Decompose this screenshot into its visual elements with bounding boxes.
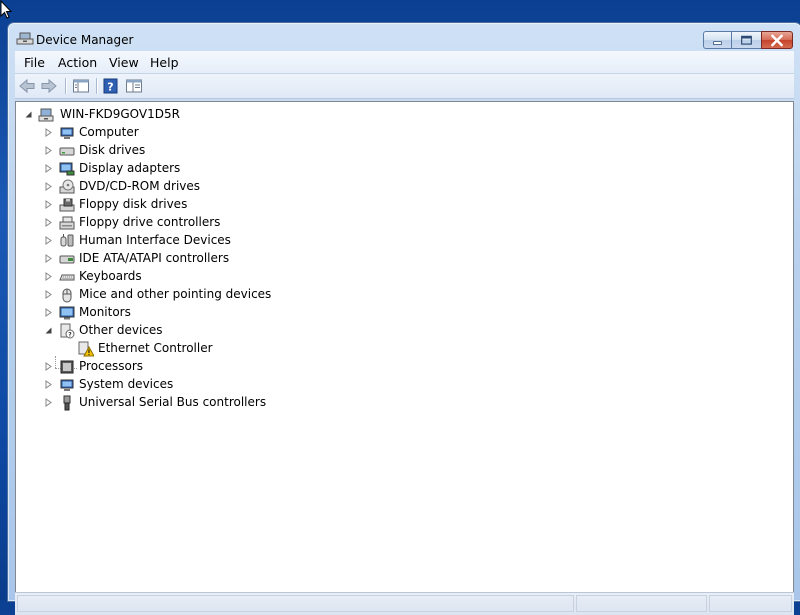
unknown-device-icon: ? <box>60 323 75 339</box>
computer-icon <box>38 108 54 122</box>
tree-item-ethernet-controller[interactable]: Ethernet Controller <box>16 340 793 358</box>
tree-item-label: Other devices <box>79 323 163 337</box>
properties-icon[interactable] <box>125 78 143 94</box>
optical-drive-icon <box>59 179 75 194</box>
svg-text:?: ? <box>107 81 113 94</box>
window-title: Device Manager <box>36 33 134 47</box>
tree-item-processors[interactable]: Processors <box>16 358 793 376</box>
floppy-controller-icon <box>59 216 75 230</box>
usb-icon <box>63 395 71 411</box>
monitor-icon <box>59 306 75 320</box>
expand-arrow-icon[interactable] <box>44 146 53 155</box>
menu-view[interactable]: View <box>109 55 139 70</box>
close-button[interactable] <box>761 31 793 49</box>
tree-item-disk-drives[interactable]: Disk drives <box>16 142 793 160</box>
tree-item-label: Floppy drive controllers <box>79 215 221 229</box>
processor-icon <box>60 360 74 374</box>
tree-item-label: Ethernet Controller <box>98 341 213 355</box>
status-panel <box>576 595 707 612</box>
tree-item-mice-and-other-pointing-devices[interactable]: Mice and other pointing devices <box>16 286 793 304</box>
warning-device-icon <box>78 341 94 357</box>
device-tree[interactable]: WIN-FKD9GOV1D5R Computer Disk drives Dis… <box>15 101 794 593</box>
tree-item-label: IDE ATA/ATAPI controllers <box>79 251 230 265</box>
menu-bar: File Action View Help <box>15 51 794 74</box>
menu-action[interactable]: Action <box>58 55 97 70</box>
expand-arrow-icon[interactable] <box>44 218 53 227</box>
tree-item-floppy-drive-controllers[interactable]: Floppy drive controllers <box>16 214 793 232</box>
floppy-disk-icon <box>59 198 75 212</box>
expand-arrow-icon[interactable] <box>44 254 53 263</box>
tree-item-ide-ata-atapi-controllers[interactable]: IDE ATA/ATAPI controllers <box>16 250 793 268</box>
tree-item-label: Mice and other pointing devices <box>79 287 272 301</box>
back-arrow-icon[interactable] <box>18 78 36 94</box>
expand-arrow-icon[interactable] <box>44 362 53 371</box>
toolbar-separator <box>96 78 97 94</box>
menu-file[interactable]: File <box>24 55 45 70</box>
expand-arrow-icon[interactable] <box>44 272 53 281</box>
toolbar-separator <box>65 78 66 94</box>
tree-item-display-adapters[interactable]: Display adapters <box>16 160 793 178</box>
ide-controller-icon <box>59 255 75 264</box>
expand-arrow-icon[interactable] <box>44 164 53 173</box>
tree-item-universal-serial-bus-controllers[interactable]: Universal Serial Bus controllers <box>16 394 793 412</box>
menu-help[interactable]: Help <box>150 55 179 70</box>
expand-arrow-icon[interactable] <box>44 380 53 389</box>
expand-arrow-icon[interactable] <box>44 290 53 299</box>
tree-item-label: Disk drives <box>79 143 146 157</box>
tree-item-label: Processors <box>79 359 144 373</box>
minimize-button[interactable] <box>703 31 731 49</box>
expand-arrow-icon[interactable] <box>44 200 53 209</box>
close-icon <box>771 34 783 47</box>
tree-item-label: Floppy disk drives <box>79 197 188 211</box>
expand-arrow-icon[interactable] <box>44 128 53 137</box>
keyboard-icon <box>59 274 75 281</box>
tree-item-computer[interactable]: Computer <box>16 124 793 142</box>
minimize-icon <box>713 41 722 45</box>
mouse-icon <box>62 288 72 303</box>
status-bar <box>15 592 794 615</box>
tree-item-label: Keyboards <box>79 269 142 283</box>
tree-item-dvd-cd-rom-drives[interactable]: DVD/CD-ROM drives <box>16 178 793 196</box>
tree-item-system-devices[interactable]: System devices <box>16 376 793 394</box>
device-manager-app-icon <box>16 32 34 45</box>
forward-arrow-icon[interactable] <box>40 78 58 94</box>
tree-item-label: System devices <box>79 377 174 391</box>
tree-item-label: Computer <box>79 125 139 139</box>
tree-item-label: Human Interface Devices <box>79 233 231 247</box>
tree-item-label: Universal Serial Bus controllers <box>79 395 267 409</box>
status-panel-main <box>17 595 574 612</box>
mouse-cursor-icon <box>0 0 13 19</box>
maximize-icon <box>741 35 752 45</box>
tree-item-monitors[interactable]: Monitors <box>16 304 793 322</box>
title-bar[interactable]: Device Manager <box>8 23 800 51</box>
expand-arrow-icon[interactable] <box>44 398 53 407</box>
tree-item-other-devices[interactable]: ? Other devices <box>16 322 793 340</box>
tree-item-floppy-disk-drives[interactable]: Floppy disk drives <box>16 196 793 214</box>
device-manager-window: Device Manager File Action View Help ? W… <box>7 22 800 615</box>
hid-icon <box>60 234 74 247</box>
collapse-arrow-icon[interactable] <box>24 110 33 119</box>
tree-item-human-interface-devices[interactable]: Human Interface Devices <box>16 232 793 250</box>
help-icon[interactable]: ? <box>102 78 120 94</box>
system-device-icon <box>60 379 74 391</box>
tree-root[interactable]: WIN-FKD9GOV1D5R <box>16 106 793 124</box>
tree-item-keyboards[interactable]: Keyboards <box>16 268 793 286</box>
tree-item-label: DVD/CD-ROM drives <box>79 179 201 193</box>
computer-icon <box>60 127 74 139</box>
disk-drive-icon <box>59 147 75 156</box>
expand-arrow-icon[interactable] <box>44 182 53 191</box>
svg-text:?: ? <box>68 332 72 339</box>
show-hide-console-tree-icon[interactable] <box>72 78 90 94</box>
display-adapter-icon <box>59 162 75 176</box>
tree-item-label: Monitors <box>79 305 131 319</box>
maximize-button[interactable] <box>731 31 761 49</box>
caption-buttons <box>703 31 793 49</box>
expand-arrow-icon[interactable] <box>44 308 53 317</box>
status-panel <box>709 595 792 612</box>
tree-item-label: Display adapters <box>79 161 181 175</box>
expand-arrow-icon[interactable] <box>44 236 53 245</box>
toolbar: ? <box>15 74 794 99</box>
tree-root-label: WIN-FKD9GOV1D5R <box>60 107 180 121</box>
collapse-arrow-icon[interactable] <box>44 326 53 335</box>
